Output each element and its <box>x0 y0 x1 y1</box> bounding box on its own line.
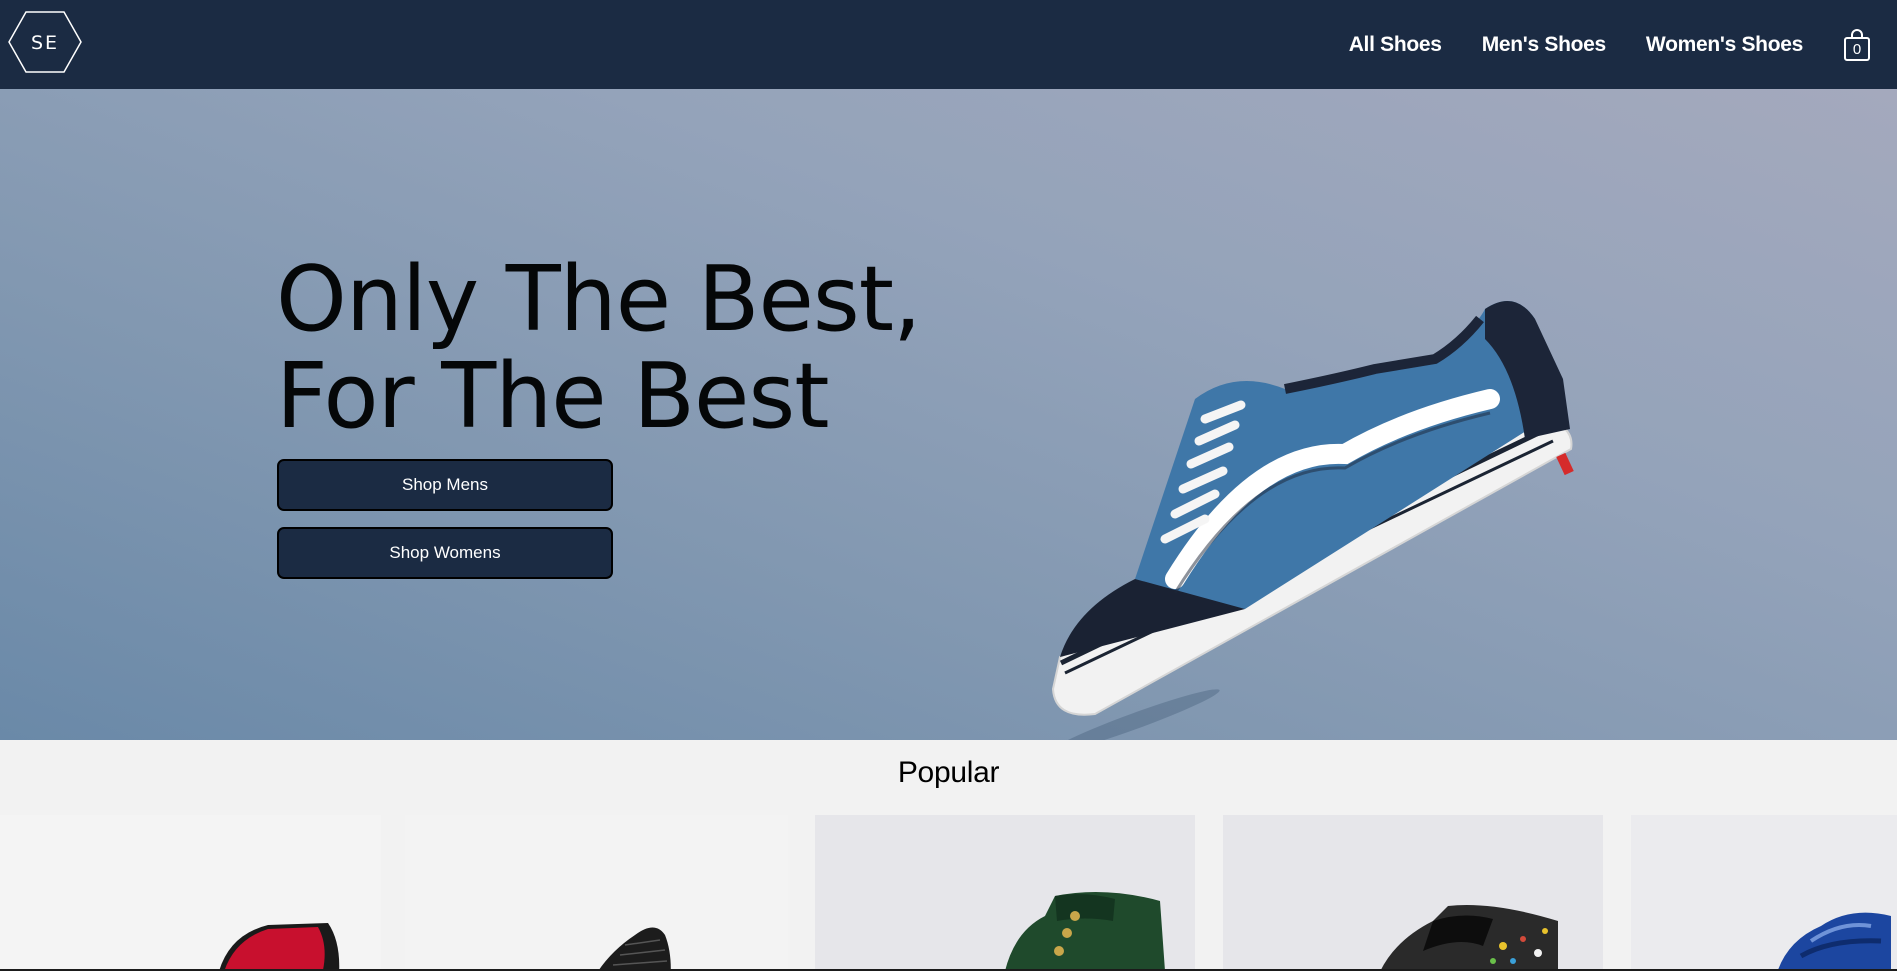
hero-banner: Only The Best, For The Best Shop Mens Sh… <box>0 89 1897 740</box>
red-black-sneaker-icon <box>219 923 340 971</box>
blue-sneaker-icon <box>1777 912 1891 971</box>
hero-headline: Only The Best, For The Best <box>276 247 922 449</box>
hero-shoe-image <box>1015 249 1615 740</box>
blue-skate-shoe-icon <box>1050 301 1574 740</box>
nav-link-mens-shoes[interactable]: Men's Shoes <box>1482 33 1607 57</box>
hero-headline-line-1: Only The Best, <box>276 247 922 352</box>
nav-links: All Shoes Men's Shoes Women's Shoes 0 <box>1349 0 1897 89</box>
black-knit-sneaker-icon <box>598 927 671 971</box>
brand-logo[interactable]: SE <box>8 10 82 74</box>
shop-womens-button[interactable]: Shop Womens <box>277 527 613 579</box>
hero-headline-line-2: For The Best <box>276 344 830 449</box>
top-navigation: SE All Shoes Men's Shoes Women's Shoes 0 <box>0 0 1897 89</box>
product-card[interactable] <box>1631 815 1897 971</box>
nav-link-all-shoes[interactable]: All Shoes <box>1349 33 1442 57</box>
product-card[interactable] <box>0 815 381 971</box>
shop-mens-button[interactable]: Shop Mens <box>277 459 613 511</box>
paint-splatter-sneaker-icon <box>1380 905 1558 971</box>
green-hightop-sneaker-icon <box>1005 892 1165 971</box>
product-card[interactable] <box>405 815 788 971</box>
product-card[interactable] <box>1223 815 1603 971</box>
product-card[interactable] <box>815 815 1195 971</box>
cart-count-badge: 0 <box>1852 40 1862 58</box>
popular-section-title: Popular <box>897 756 1000 789</box>
logo-text: SE <box>31 32 59 54</box>
hexagon-logo-icon: SE <box>8 11 82 73</box>
nav-link-womens-shoes[interactable]: Women's Shoes <box>1646 33 1803 57</box>
cart-button[interactable]: 0 <box>1843 28 1871 62</box>
